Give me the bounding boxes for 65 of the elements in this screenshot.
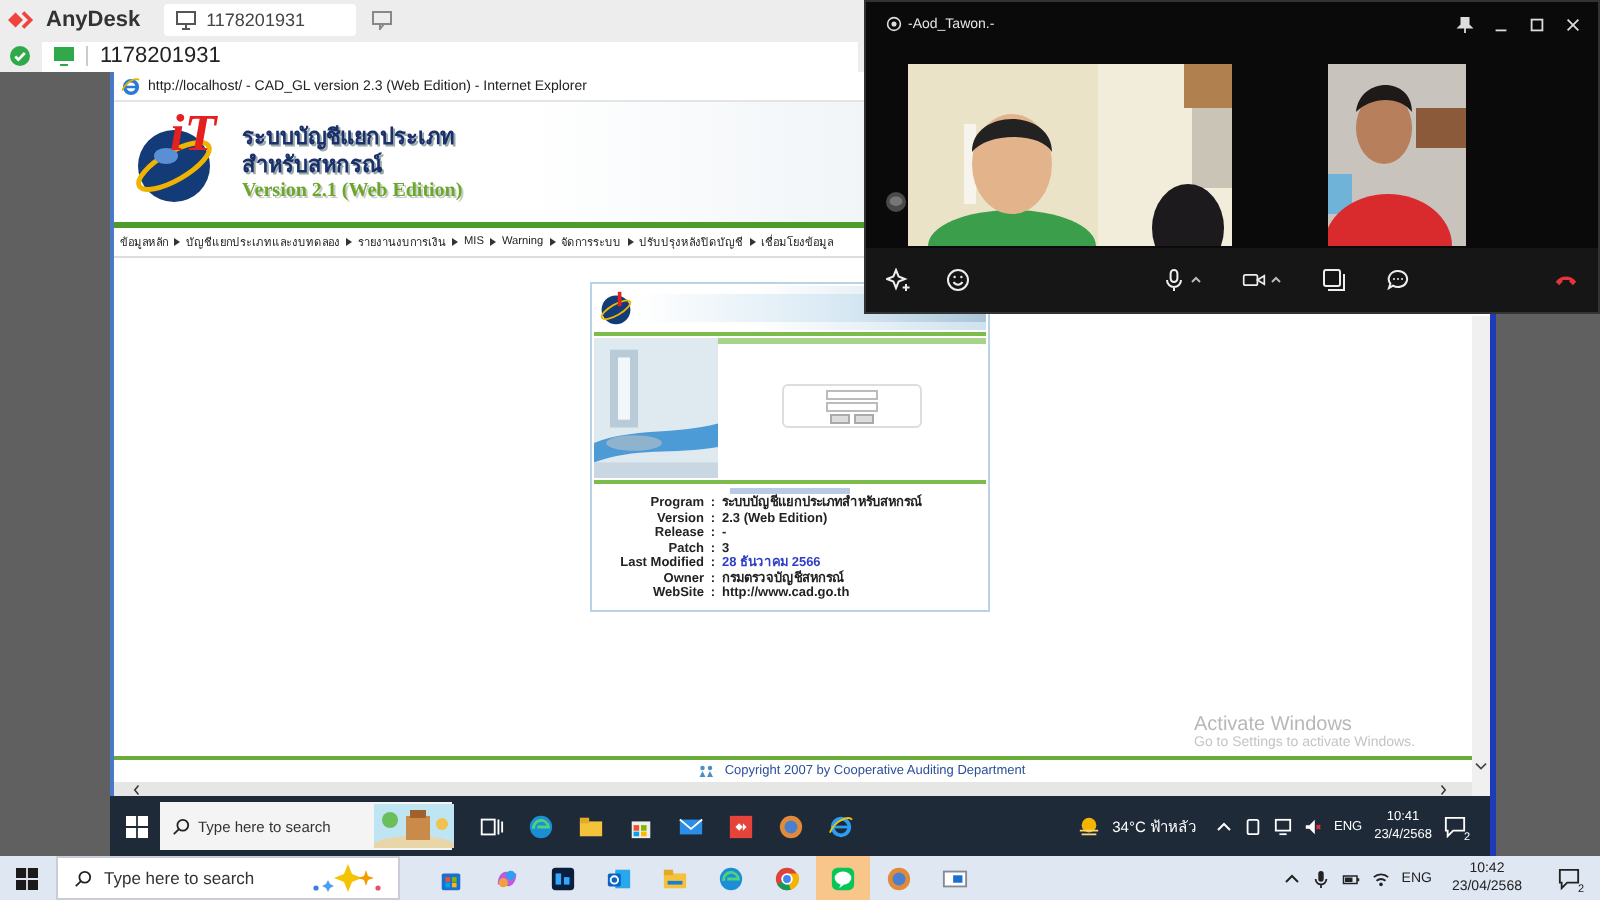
globe-icon[interactable] xyxy=(778,813,804,839)
scroll-right-icon[interactable] xyxy=(1438,783,1448,795)
network-icon[interactable] xyxy=(1273,817,1292,835)
menu-arrow-icon xyxy=(346,238,352,246)
windows-start-icon[interactable] xyxy=(16,867,38,889)
task-view-icon[interactable] xyxy=(478,813,504,839)
microphone-icon[interactable] xyxy=(1162,268,1186,292)
search-icon xyxy=(172,817,190,835)
new-tab-icon[interactable] xyxy=(372,10,393,30)
mail-icon[interactable] xyxy=(678,813,704,839)
camera-icon[interactable] xyxy=(1242,268,1266,292)
session-tab[interactable]: 1178201931 xyxy=(164,4,357,36)
chat-icon[interactable] xyxy=(1386,268,1410,292)
menu-arrow-icon xyxy=(749,238,756,246)
activation-title: Activate Windows xyxy=(1194,714,1354,736)
site-logo-icon xyxy=(598,290,634,326)
device-icon[interactable] xyxy=(1243,817,1262,835)
site-version: Version 2.1 (Web Edition) xyxy=(242,179,463,201)
connected-check-icon xyxy=(10,46,30,66)
pin-icon[interactable] xyxy=(1456,15,1474,33)
folder-icon[interactable] xyxy=(578,813,604,839)
menu-arrow-icon xyxy=(549,238,556,246)
caret-up-icon[interactable] xyxy=(1190,276,1202,284)
notification-icon[interactable] xyxy=(1558,867,1580,889)
caret-up-icon[interactable] xyxy=(1215,818,1232,834)
menu-arrow-icon xyxy=(627,238,634,246)
address-field[interactable]: 1178201931 xyxy=(42,41,858,71)
caret-up-icon[interactable] xyxy=(1283,870,1300,886)
ie-icon xyxy=(122,77,140,95)
caret-up-icon[interactable] xyxy=(1270,276,1282,284)
browser-icon[interactable] xyxy=(528,813,554,839)
vertical-scrollbar[interactable] xyxy=(1472,316,1490,796)
menu-arrow-icon xyxy=(489,238,496,246)
people-icon xyxy=(698,762,717,780)
app-name: AnyDesk xyxy=(46,8,141,32)
emoji-icon[interactable] xyxy=(946,268,970,292)
site-title: ระบบบัญชีแยกประเภท xyxy=(242,123,456,150)
menu-arrow-icon xyxy=(174,238,180,246)
chat-bubble-icon[interactable] xyxy=(886,192,906,212)
username-field[interactable] xyxy=(826,389,878,399)
microphone-icon[interactable] xyxy=(1311,869,1330,887)
close-icon[interactable] xyxy=(1564,15,1582,33)
battery-icon[interactable] xyxy=(1341,869,1360,887)
search-bar[interactable]: Type here to search xyxy=(56,856,400,900)
search-field[interactable]: Type here to search xyxy=(104,868,292,888)
speaker-muted-icon[interactable] xyxy=(1303,817,1322,835)
monitor-icon xyxy=(176,10,197,30)
monitor-icon xyxy=(54,46,74,66)
wifi-icon[interactable] xyxy=(1371,869,1390,887)
search-icon xyxy=(74,869,92,887)
horizontal-scrollbar[interactable] xyxy=(114,782,1472,796)
user-icon xyxy=(886,16,902,32)
menu-arrow-icon xyxy=(452,238,458,246)
maximize-icon[interactable] xyxy=(1528,15,1546,33)
app-icon[interactable] xyxy=(728,813,754,839)
site-title: สำหรับสหกรณ์ xyxy=(242,151,382,179)
scroll-down-icon[interactable] xyxy=(1474,762,1488,772)
share-screen-icon[interactable] xyxy=(1322,268,1346,292)
scroll-left-icon[interactable] xyxy=(132,783,142,795)
weather-icon[interactable] xyxy=(1078,815,1101,837)
browser-icon[interactable] xyxy=(828,813,854,839)
anydesk-logo-icon xyxy=(8,10,38,30)
windows-start-icon[interactable] xyxy=(126,815,148,837)
password-field[interactable] xyxy=(826,401,878,411)
sparkle-effects-icon[interactable] xyxy=(886,268,910,292)
